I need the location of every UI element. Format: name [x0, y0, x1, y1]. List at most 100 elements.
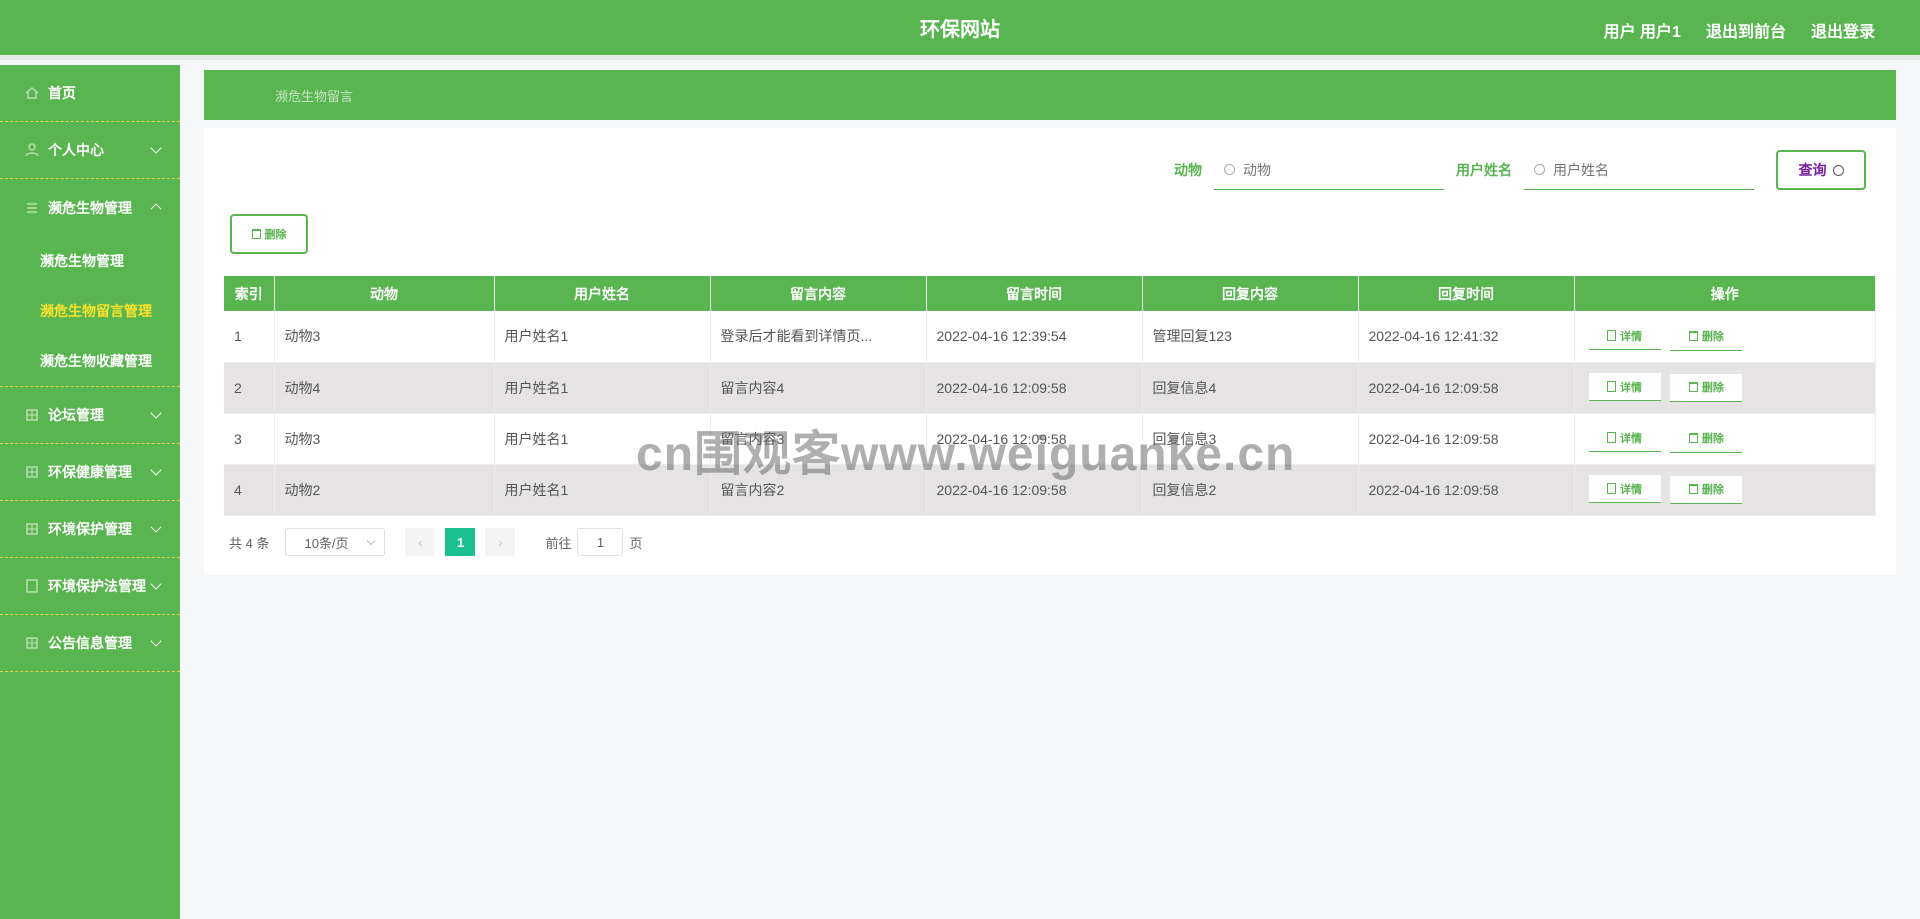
- cell-reply: 回复信息3: [1142, 413, 1359, 465]
- messages-table: 索引 动物 用户姓名 留言内容 留言时间 回复内容 回复时间 操作 1 动物3 …: [224, 276, 1876, 516]
- cell-username: 用户姓名1: [494, 362, 711, 414]
- chevron-right-icon: ›: [498, 534, 503, 550]
- delete-button[interactable]: 删除: [1670, 322, 1743, 351]
- batch-delete-label: 删除: [264, 229, 287, 241]
- trash-icon: [251, 229, 261, 239]
- delete-button[interactable]: 删除: [1670, 424, 1743, 453]
- sidebar-item-label: 首页: [48, 85, 76, 101]
- cell-actions: 详情 删除: [1574, 413, 1876, 465]
- table-row[interactable]: 4 动物2 用户姓名1 留言内容2 2022-04-16 12:09:58 回复…: [224, 464, 1876, 516]
- delete-label: 删除: [1701, 331, 1724, 343]
- breadcrumb-current: 濒危生物留言: [275, 89, 354, 104]
- user-icon: [25, 143, 39, 157]
- delete-label: 删除: [1701, 484, 1724, 497]
- cell-username: 用户姓名1: [494, 311, 711, 363]
- document-icon: [1607, 381, 1616, 393]
- cell-reply-time: 2022-04-16 12:09:58: [1358, 413, 1575, 465]
- top-links: 用户 用户1 退出到前台 退出登录: [1604, 0, 1875, 60]
- animal-label: 动物: [1174, 162, 1202, 178]
- trash-icon: [1688, 484, 1698, 495]
- cell-reply: 回复信息2: [1142, 464, 1359, 516]
- chevron-down-icon: [150, 521, 162, 533]
- query-button[interactable]: 查询: [1776, 150, 1866, 190]
- batch-delete-button[interactable]: 删除: [230, 214, 308, 254]
- chevron-up-icon: [150, 203, 162, 215]
- cell-username: 用户姓名1: [494, 413, 711, 465]
- table-row[interactable]: 1 动物3 用户姓名1 登录后才能看到详情页... 2022-04-16 12:…: [224, 311, 1876, 363]
- sidebar-item-endangered-species[interactable]: 濒危生物管理: [0, 179, 180, 236]
- sidebar-item-env-protection[interactable]: 环境保护管理: [0, 501, 180, 558]
- cell-index: 3: [224, 413, 275, 465]
- col-header-message-time[interactable]: 留言时间: [926, 276, 1143, 311]
- submenu-item-species-messages[interactable]: 濒危生物留言管理: [0, 286, 180, 336]
- cell-username: 用户姓名1: [494, 464, 711, 516]
- sidebar-item-label: 个人中心: [48, 142, 104, 158]
- prev-page-button[interactable]: ‹: [405, 528, 436, 556]
- cell-message: 留言内容2: [710, 464, 927, 516]
- detail-button[interactable]: 详情: [1588, 322, 1661, 350]
- user-label[interactable]: 用户 用户1: [1604, 18, 1681, 42]
- next-page-button[interactable]: ›: [485, 528, 516, 556]
- col-header-reply-time[interactable]: 回复时间: [1358, 276, 1575, 311]
- breadcrumb: 濒危生物留言: [204, 70, 1896, 120]
- cell-reply: 回复信息4: [1142, 362, 1359, 414]
- sidebar-item-forum[interactable]: 论坛管理: [0, 387, 180, 444]
- cell-reply-time: 2022-04-16 12:41:32: [1358, 311, 1575, 363]
- trash-icon: [1688, 382, 1698, 393]
- animal-search-input[interactable]: [1243, 161, 1433, 178]
- sidebar-item-label: 环保健康管理: [48, 464, 132, 480]
- submenu-item-species-manage[interactable]: 濒危生物管理: [0, 236, 180, 286]
- username-search-box: [1524, 150, 1754, 190]
- cell-animal: 动物3: [274, 311, 495, 363]
- back-to-front-link[interactable]: 退出到前台: [1706, 18, 1786, 42]
- trash-icon: [1688, 331, 1698, 341]
- delete-button[interactable]: 删除: [1670, 475, 1743, 504]
- cell-message-time: 2022-04-16 12:09:58: [926, 464, 1143, 516]
- detail-label: 详情: [1620, 381, 1642, 394]
- query-button-label: 查询: [1798, 162, 1827, 178]
- cell-actions: 详情 删除: [1574, 311, 1876, 363]
- page-size-value: 10条/页: [304, 535, 349, 551]
- cell-message: 留言内容3: [710, 413, 927, 465]
- cell-index: 4: [224, 464, 275, 516]
- col-header-username[interactable]: 用户姓名: [494, 276, 711, 311]
- chevron-down-icon: [150, 578, 162, 590]
- col-header-reply[interactable]: 回复内容: [1142, 276, 1359, 311]
- col-header-message[interactable]: 留言内容: [710, 276, 927, 311]
- page-number-button[interactable]: 1: [445, 528, 476, 556]
- sidebar-item-eco-health[interactable]: 环保健康管理: [0, 444, 180, 501]
- goto-page-input[interactable]: [577, 528, 624, 556]
- detail-button[interactable]: 详情: [1588, 475, 1661, 504]
- col-header-animal[interactable]: 动物: [274, 276, 495, 311]
- cell-reply-time: 2022-04-16 12:09:58: [1358, 362, 1575, 414]
- document-icon: [1607, 483, 1616, 495]
- submenu-item-species-favorites[interactable]: 濒危生物收藏管理: [0, 336, 180, 386]
- sidebar: 首页 个人中心 濒危生物管理 濒危生物管理 濒危生物留言管理 濒危生物收藏管理 …: [0, 65, 180, 919]
- detail-label: 详情: [1620, 330, 1642, 343]
- table-row[interactable]: 3 动物3 用户姓名1 留言内容3 2022-04-16 12:09:58 回复…: [224, 413, 1876, 465]
- sidebar-item-personal-center[interactable]: 个人中心: [0, 122, 180, 179]
- delete-button[interactable]: 删除: [1670, 373, 1743, 402]
- goto-page: 前往 页: [545, 528, 643, 556]
- sidebar-item-announcements[interactable]: 公告信息管理: [0, 615, 180, 672]
- page-size-select[interactable]: 10条/页: [285, 528, 386, 556]
- username-search-input[interactable]: [1553, 161, 1743, 178]
- col-header-index[interactable]: 索引: [224, 276, 275, 311]
- search-icon: [1224, 164, 1235, 175]
- cell-message-time: 2022-04-16 12:09:58: [926, 362, 1143, 414]
- detail-button[interactable]: 详情: [1588, 424, 1661, 453]
- chevron-down-icon: [150, 464, 162, 476]
- pagination-total: 共 4 条: [229, 535, 270, 551]
- sidebar-item-env-law[interactable]: 环境保护法管理: [0, 558, 180, 615]
- main-content: 动物 用户姓名 查询 删除 索引 动物 用户姓名 留言内容 留言时间 回复内容: [204, 128, 1896, 575]
- doc-icon: [26, 579, 38, 593]
- detail-button[interactable]: 详情: [1588, 373, 1661, 402]
- chevron-down-icon: [150, 635, 162, 647]
- table-row[interactable]: 2 动物4 用户姓名1 留言内容4 2022-04-16 12:09:58 回复…: [224, 362, 1876, 414]
- sidebar-item-label: 环境保护管理: [48, 521, 132, 537]
- logout-link[interactable]: 退出登录: [1811, 18, 1875, 42]
- sidebar-item-home[interactable]: 首页: [0, 65, 180, 122]
- cell-actions: 详情 删除: [1574, 464, 1876, 516]
- grid-icon: [26, 523, 38, 535]
- cell-message-time: 2022-04-16 12:39:54: [926, 311, 1143, 363]
